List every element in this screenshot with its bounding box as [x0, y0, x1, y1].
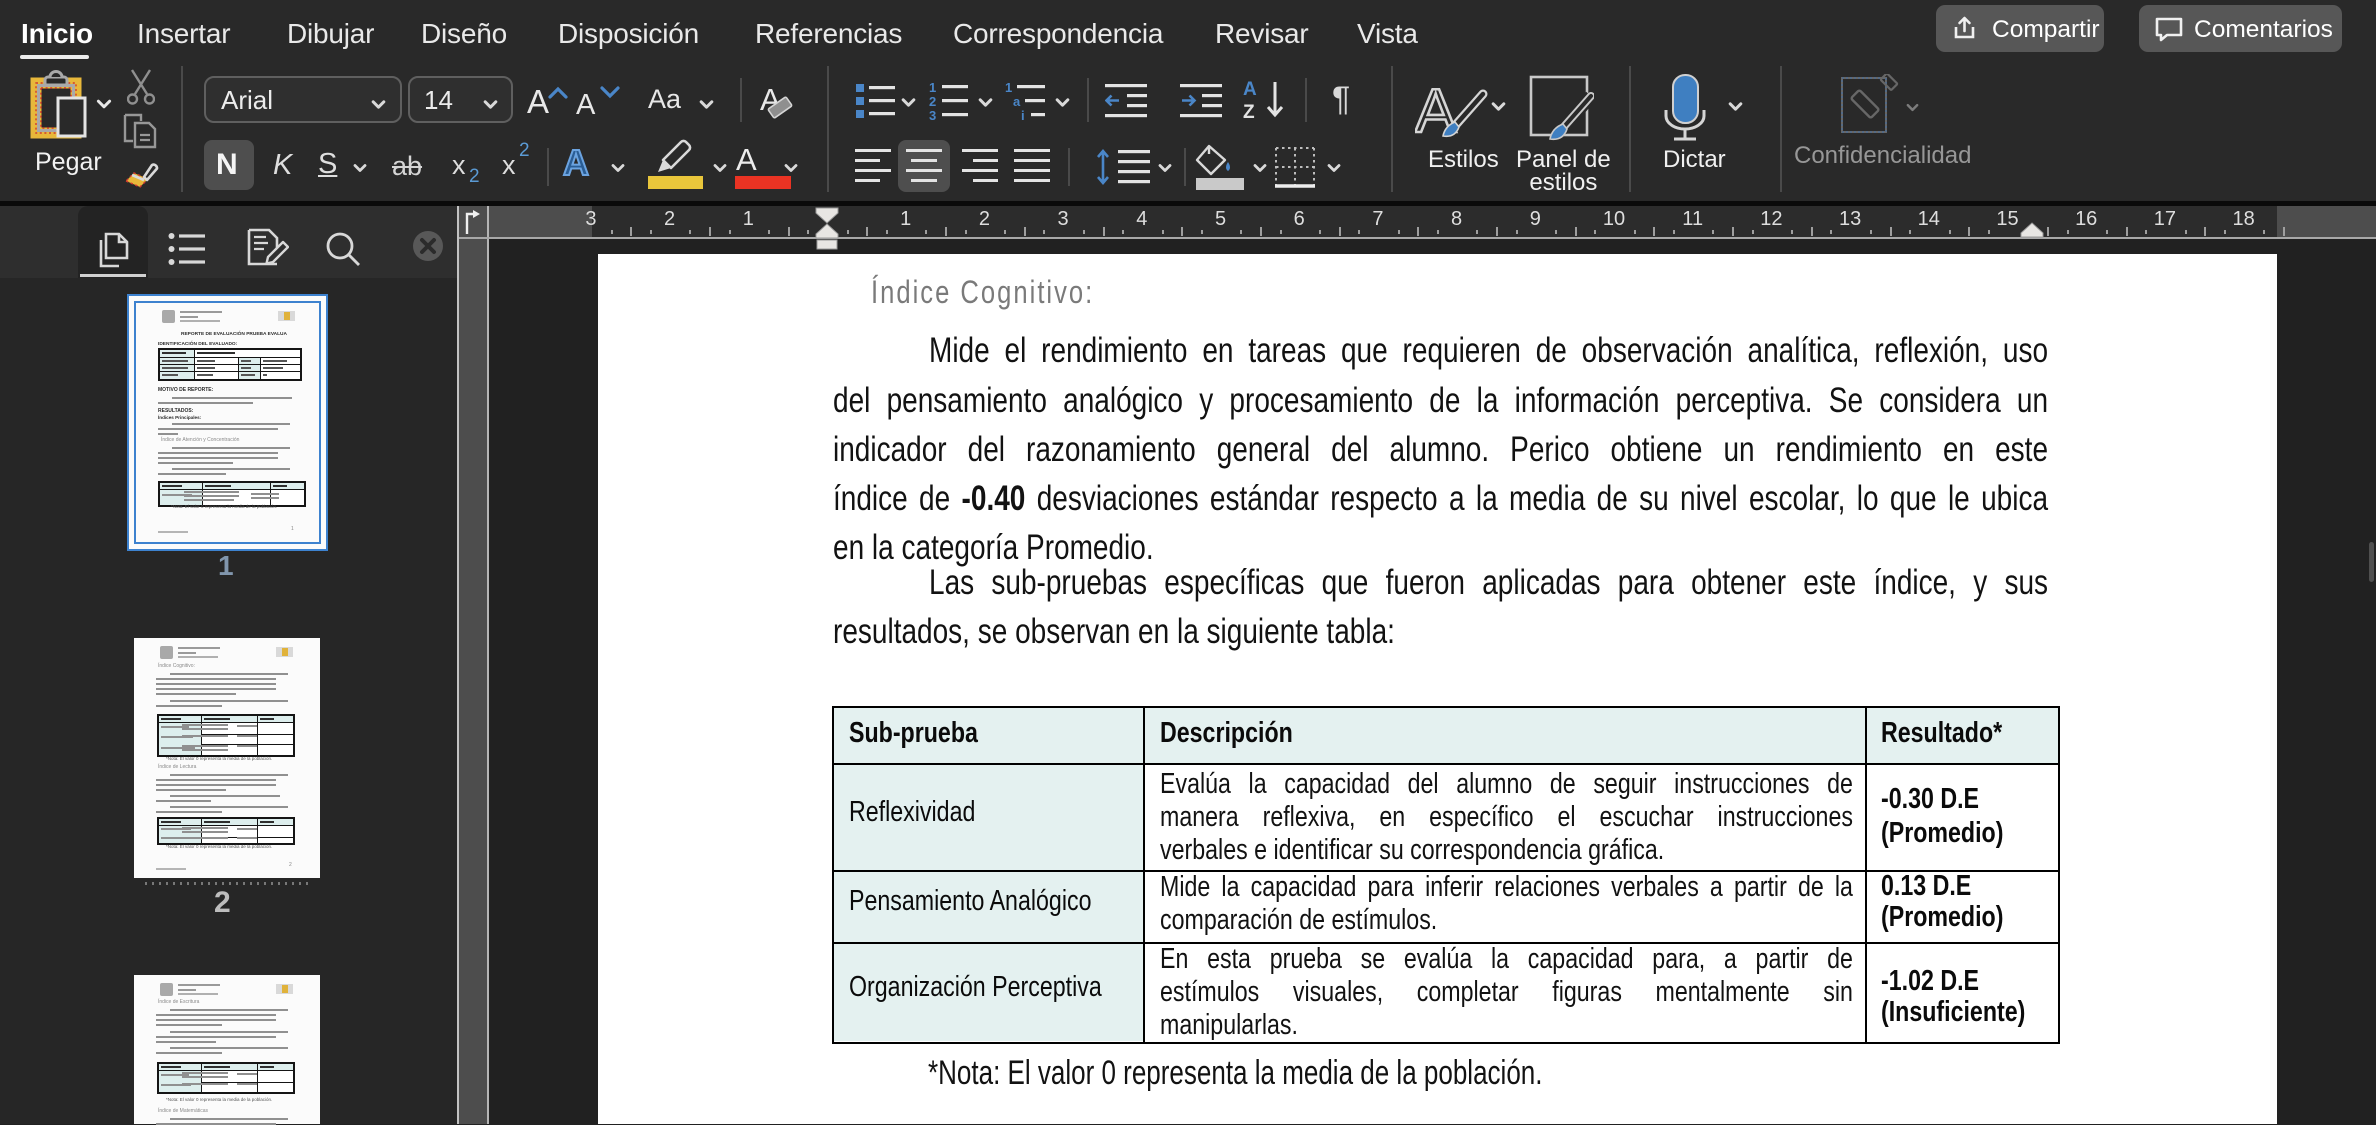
svg-text:a: a — [1013, 94, 1021, 109]
svg-text:Z: Z — [1243, 102, 1255, 122]
svg-text:3: 3 — [929, 108, 936, 122]
svg-text:1: 1 — [929, 80, 936, 95]
svg-text:A: A — [1243, 79, 1257, 100]
svg-text:1: 1 — [1005, 80, 1012, 95]
svg-text:i: i — [1021, 108, 1025, 122]
svg-text:2: 2 — [929, 94, 936, 109]
